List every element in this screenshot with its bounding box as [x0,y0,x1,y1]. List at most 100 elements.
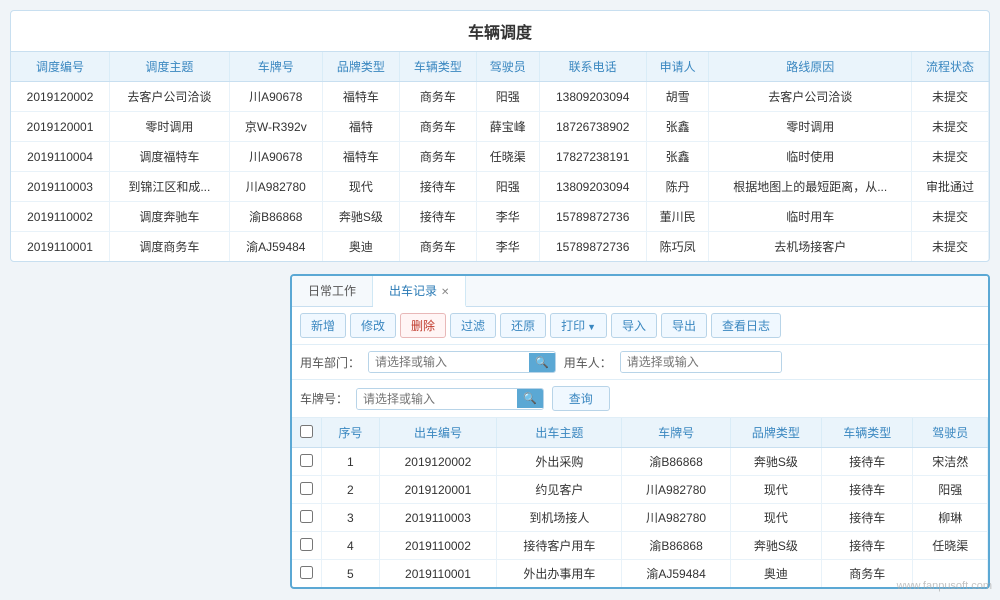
table-row[interactable]: 32019110003到机场接人川A982780现代接待车柳琳 [292,504,988,532]
table-cell: 接待车 [399,172,476,202]
dispatch-table: 调度编号调度主题车牌号品牌类型车辆类型驾驶员联系电话申请人路线原因流程状态 20… [11,52,989,261]
toolbar-导入-button[interactable]: 导入 [611,313,657,338]
toolbar-导出-button[interactable]: 导出 [661,313,707,338]
select-all-checkbox[interactable] [300,425,313,438]
table-cell[interactable]: 阳强 [476,172,539,202]
table-cell: 陈巧凤 [646,232,709,262]
table-cell[interactable]: 2019110002 [379,532,497,560]
toolbar-还原-button[interactable]: 还原 [500,313,546,338]
table-cell: 奔驰S级 [730,448,821,476]
col-header: 申请人 [646,52,709,82]
table-cell: 商务车 [399,142,476,172]
toolbar-新增-button[interactable]: 新增 [300,313,346,338]
table-cell: 未提交 [911,232,988,262]
table-cell[interactable]: 薛宝峰 [476,112,539,142]
row-checkbox[interactable] [300,566,313,579]
table-cell[interactable]: 渝B86868 [622,532,730,560]
table-row[interactable]: 2019110003到锦江区和成...川A982780现代接待车阳强138092… [11,172,989,202]
table-row[interactable]: 2019120002去客户公司洽谈川A90678福特车商务车阳强13809203… [11,82,989,112]
toolbar-过滤-button[interactable]: 过滤 [450,313,496,338]
table-row[interactable]: 52019110001外出办事用车渝AJ59484奥迪商务车 [292,560,988,588]
table-cell[interactable]: 川A90678 [229,82,322,112]
plate-input-wrap: 🔍 [356,388,544,410]
row-checkbox-cell[interactable] [292,448,322,476]
col-header: 品牌类型 [730,418,821,448]
table-cell[interactable]: 渝AJ59484 [622,560,730,588]
table-cell[interactable]: 2019120002 [11,82,110,112]
table-cell[interactable]: 渝B86868 [622,448,730,476]
plate-input[interactable] [357,389,517,409]
row-checkbox-cell[interactable] [292,476,322,504]
table-cell[interactable]: 川A982780 [622,504,730,532]
table-row[interactable]: 2019110004调度福特车川A90678福特车商务车任晓渠178272381… [11,142,989,172]
dept-input[interactable] [369,352,529,372]
table-cell[interactable]: 2019110001 [379,560,497,588]
table-cell[interactable]: 2019110003 [379,504,497,532]
filter-bar: 用车部门： 🔍 用车人： [292,345,988,380]
col-header: 车辆类型 [399,52,476,82]
user-input-wrap [620,351,782,373]
table-cell: 调度奔驰车 [110,202,230,232]
tab-vehicle-records[interactable]: 出车记录✕ [373,276,466,307]
table-cell[interactable]: 2019120001 [379,476,497,504]
table-row[interactable]: 42019110002接待客户用车渝B86868奔驰S级接待车任晓渠 [292,532,988,560]
table-cell[interactable]: 李华 [476,202,539,232]
table-cell: 张鑫 [646,112,709,142]
table-cell[interactable]: 宋洁然 [913,448,988,476]
table-cell[interactable]: 任晓渠 [913,532,988,560]
table-cell[interactable]: 京W-R392v [229,112,322,142]
table-cell: 接待车 [822,504,913,532]
table-cell: 奔驰S级 [322,202,399,232]
table-cell: 胡雪 [646,82,709,112]
table-cell: 13809203094 [539,172,646,202]
user-input[interactable] [621,352,781,372]
row-checkbox-cell[interactable] [292,504,322,532]
table-cell[interactable]: 渝B86868 [229,202,322,232]
user-label: 用车人： [564,354,612,371]
toolbar-修改-button[interactable]: 修改 [350,313,396,338]
table-cell[interactable]: 任晓渠 [476,142,539,172]
table-cell[interactable]: 川A982780 [229,172,322,202]
table-cell[interactable]: 阳强 [476,82,539,112]
plate-search-button[interactable]: 🔍 [517,389,543,408]
table-cell[interactable]: 川A90678 [229,142,322,172]
table-row[interactable]: 22019120001约见客户川A982780现代接待车阳强 [292,476,988,504]
table-cell[interactable]: 阳强 [913,476,988,504]
row-checkbox-cell[interactable] [292,532,322,560]
col-header: 路线原因 [709,52,911,82]
row-checkbox-cell[interactable] [292,560,322,588]
row-checkbox[interactable] [300,510,313,523]
table-cell: 现代 [322,172,399,202]
tab-daily-work[interactable]: 日常工作 [292,276,373,306]
table-row[interactable]: 2019120001零时调用京W-R392v福特商务车薛宝峰1872673890… [11,112,989,142]
dept-search-button[interactable]: 🔍 [529,353,555,372]
query-button[interactable]: 查询 [552,386,610,411]
table-cell: 接待车 [822,448,913,476]
table-cell[interactable]: 李华 [476,232,539,262]
table-row[interactable]: 12019120002外出采购渝B86868奔驰S级接待车宋洁然 [292,448,988,476]
table-cell[interactable]: 2019110004 [11,142,110,172]
toolbar-删除-button[interactable]: 删除 [400,313,446,338]
row-checkbox[interactable] [300,454,313,467]
table-cell: 4 [322,532,380,560]
table-cell: 奥迪 [730,560,821,588]
table-cell[interactable]: 2019110003 [11,172,110,202]
row-checkbox[interactable] [300,538,313,551]
table-cell[interactable]: 川A982780 [622,476,730,504]
table-cell[interactable]: 2019120001 [11,112,110,142]
toolbar: 新增修改删除过滤还原打印▼导入导出查看日志 [292,307,988,345]
toolbar-打印-button[interactable]: 打印▼ [550,313,607,338]
row-checkbox[interactable] [300,482,313,495]
bottom-panel: 日常工作 出车记录✕ 新增修改删除过滤还原打印▼导入导出查看日志 用车部门： 🔍… [290,274,990,589]
tabs-bar: 日常工作 出车记录✕ [292,276,988,307]
table-cell[interactable]: 2019110001 [11,232,110,262]
table-cell[interactable]: 渝AJ59484 [229,232,322,262]
col-header: 出车编号 [379,418,497,448]
table-cell[interactable]: 2019120002 [379,448,497,476]
table-cell[interactable]: 2019110002 [11,202,110,232]
table-cell[interactable]: 柳琳 [913,504,988,532]
tab-close-icon[interactable]: ✕ [441,287,449,298]
toolbar-查看日志-button[interactable]: 查看日志 [711,313,781,338]
table-row[interactable]: 2019110001调度商务车渝AJ59484奥迪商务车李华1578987273… [11,232,989,262]
table-row[interactable]: 2019110002调度奔驰车渝B86868奔驰S级接待车李华157898727… [11,202,989,232]
